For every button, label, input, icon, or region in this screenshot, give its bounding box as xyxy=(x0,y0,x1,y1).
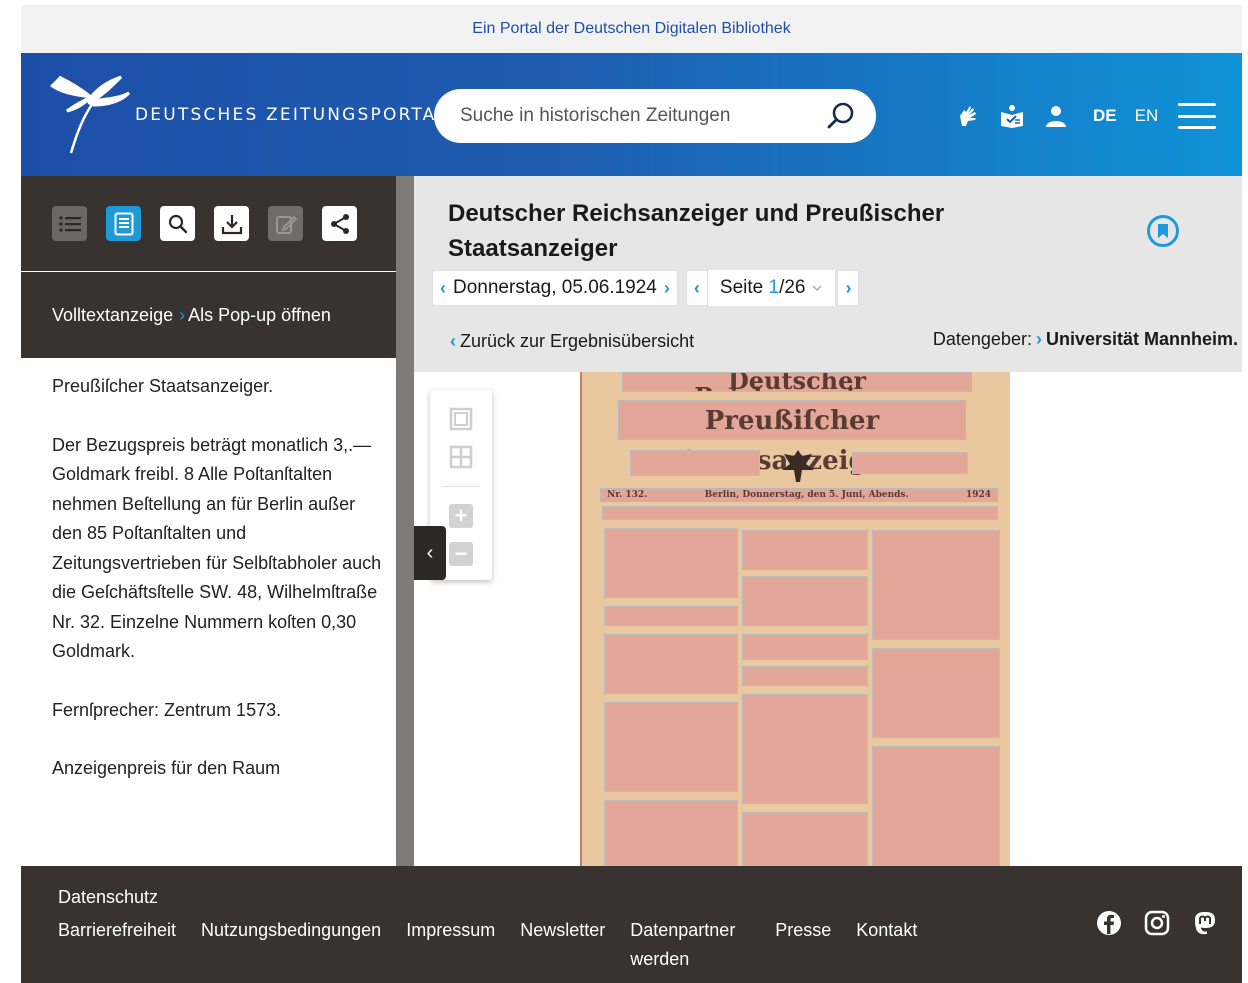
next-issue-icon[interactable]: › xyxy=(657,278,677,299)
grid-view-icon[interactable] xyxy=(449,445,473,469)
footer-links: Barrierefreiheit Nutzungsbedingungen Imp… xyxy=(58,916,942,974)
chevron-left-icon: ‹ xyxy=(450,331,456,351)
page-viewer[interactable]: Deutscher Reichsanzeiger Preußiſcher Sta… xyxy=(414,372,1242,866)
viewer-toolbar xyxy=(21,176,396,271)
search-icon[interactable] xyxy=(826,101,856,131)
data-provider: Datengeber: › Universität Mannheim. xyxy=(933,329,1238,350)
search-icon[interactable] xyxy=(160,206,195,241)
footer-link[interactable]: Nutzungsbedingungen xyxy=(201,916,381,974)
issue-date[interactable]: Donnerstag, 05.06.1924 xyxy=(453,277,657,299)
social-links xyxy=(1074,910,1218,936)
instagram-icon[interactable] xyxy=(1144,910,1170,936)
zoom-out-icon[interactable]: − xyxy=(449,542,473,566)
collapse-sidebar-icon[interactable]: ‹ xyxy=(414,526,446,580)
back-link[interactable]: Zurück zur Ergebnisübersicht xyxy=(460,331,694,351)
ddb-portal-link[interactable]: Ein Portal der Deutschen Digitalen Bibli… xyxy=(472,20,790,38)
portal-bar: Ein Portal der Deutschen Digitalen Bibli… xyxy=(21,5,1242,53)
provider-link[interactable]: Universität Mannheim. xyxy=(1046,329,1238,349)
page-select[interactable]: Seite 1 /26 xyxy=(707,270,836,306)
site-footer: Datenschutz Barrierefreiheit Nutzungsbed… xyxy=(21,866,1242,983)
footer-link[interactable]: Presse xyxy=(775,916,831,974)
site-logo[interactable]: DEUTSCHES ZEITUNGSPORTAL xyxy=(47,71,448,155)
mastodon-icon[interactable] xyxy=(1192,910,1218,936)
header-actions: DE EN xyxy=(955,103,1217,129)
page-navigator: ‹ Seite 1 /26 › xyxy=(685,270,860,306)
edit-icon xyxy=(268,206,303,241)
chevron-right-icon: › xyxy=(1035,329,1042,349)
newspaper-year: 1924 xyxy=(965,490,991,500)
user-icon[interactable] xyxy=(1043,103,1069,129)
sign-language-icon[interactable] xyxy=(955,103,981,129)
newspaper-date: Berlin, Donnerstag, den 5. Juni, Abends. xyxy=(704,490,909,500)
footer-link[interactable]: Impressum xyxy=(406,916,495,974)
newspaper-dateline: Nr. 132. Berlin, Donnerstag, den 5. Juni… xyxy=(600,488,998,502)
document-icon[interactable] xyxy=(106,206,141,241)
footer-link[interactable]: Datenpartner werden xyxy=(630,916,750,974)
search-input[interactable] xyxy=(458,104,826,128)
chevron-right-icon: › xyxy=(179,304,186,325)
fulltext-content: Preußiſcher Staatsanzeiger. Der Bezugspr… xyxy=(52,372,382,813)
zoom-in-icon[interactable]: + xyxy=(449,504,473,528)
fulltext-label: Volltextanzeige xyxy=(52,304,174,325)
download-icon[interactable] xyxy=(214,206,249,241)
fulltext-paragraph: Anzeigenpreis für den Raum xyxy=(52,758,281,778)
fulltext-header: Volltextanzeige › Als Pop-up öffnen xyxy=(21,272,396,358)
search-bar xyxy=(434,89,876,143)
easy-language-icon[interactable] xyxy=(999,103,1025,129)
prev-issue-icon[interactable]: ‹ xyxy=(433,278,453,299)
document-title: Deutscher Reichsanzeiger und Preußischer… xyxy=(448,200,945,262)
page-total: /26 xyxy=(779,277,806,298)
popup-link[interactable]: Als Pop-up öffnen xyxy=(188,305,331,326)
fulltext-paragraph: Fernſprecher: Zentrum 1573. xyxy=(52,699,282,720)
chevron-down-icon xyxy=(812,285,823,292)
fulltext-sidebar: Volltextanzeige › Als Pop-up öffnen Preu… xyxy=(21,176,396,866)
facebook-icon[interactable] xyxy=(1096,910,1122,936)
hamburger-menu-icon[interactable] xyxy=(1178,103,1217,129)
next-page-icon[interactable]: › xyxy=(837,270,860,306)
lang-en-button[interactable]: EN xyxy=(1135,106,1159,126)
share-icon[interactable] xyxy=(322,206,357,241)
provider-label: Datengeber: xyxy=(932,329,1032,349)
back-to-results[interactable]: ‹ Zurück zur Ergebnisübersicht xyxy=(450,331,694,352)
document-header: Deutscher Reichsanzeiger und Preußischer… xyxy=(414,176,1242,372)
footer-link[interactable]: Newsletter xyxy=(520,916,605,974)
newspaper-title-line2: Preußiſcher Staatsanzeiger. xyxy=(618,400,966,476)
page-current: 1 xyxy=(768,277,780,298)
footer-link[interactable]: Kontakt xyxy=(856,916,917,974)
newspaper-number: Nr. 132. xyxy=(607,490,648,500)
newspaper-page-scan[interactable]: Deutscher Reichsanzeiger Preußiſcher Sta… xyxy=(580,372,1010,866)
prev-page-icon[interactable]: ‹ xyxy=(685,270,708,306)
fulltext-paragraph: Preußiſcher Staatsanzeiger. xyxy=(52,376,274,396)
footer-link-datenschutz[interactable]: Datenschutz xyxy=(58,887,158,908)
date-navigator: ‹ Donnerstag, 05.06.1924 › xyxy=(432,270,678,306)
fulltext-paragraph: Der Bezugspreis beträgt monatlich 3,.— G… xyxy=(52,434,382,662)
dandelion-logo-icon xyxy=(50,75,131,154)
panel-splitter[interactable] xyxy=(396,176,414,866)
page-label: Seite xyxy=(719,277,764,298)
eagle-emblem-icon xyxy=(782,450,814,482)
lang-de-button[interactable]: DE xyxy=(1093,106,1117,126)
newspaper-title-line1: Deutscher Reichsanzeiger xyxy=(622,372,972,392)
list-icon[interactable] xyxy=(52,206,87,241)
footer-link[interactable]: Barrierefreiheit xyxy=(58,916,176,974)
site-header: DEUTSCHES ZEITUNGSPORTAL DE EN xyxy=(21,53,1242,176)
issue-navigation: ‹ Donnerstag, 05.06.1924 › ‹ Seite 1 /26… xyxy=(432,270,860,306)
site-brand-text: DEUTSCHES ZEITUNGSPORTAL xyxy=(135,105,449,125)
fullscreen-icon[interactable] xyxy=(449,407,473,431)
bookmark-icon[interactable] xyxy=(1147,215,1179,247)
